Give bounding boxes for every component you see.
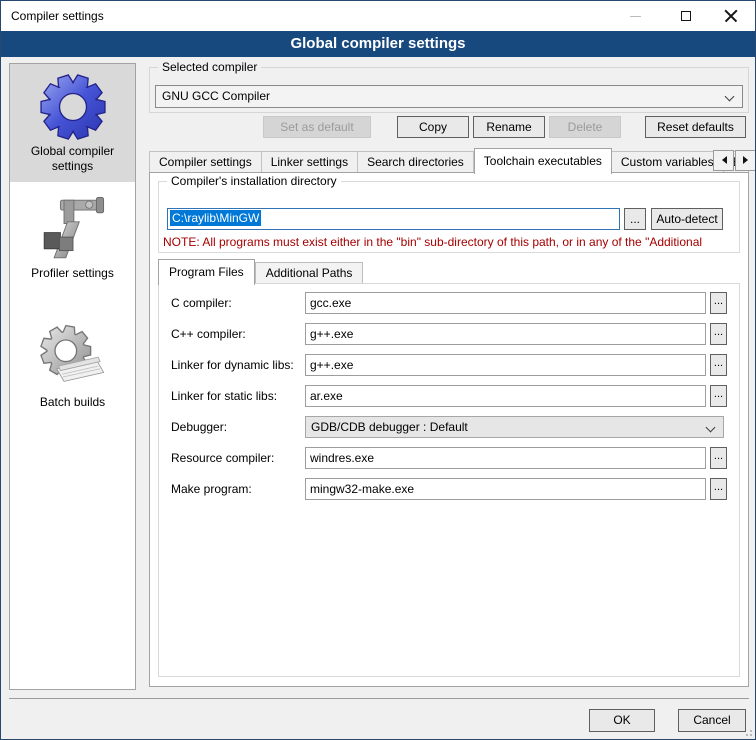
browse-directory-button[interactable]: ... <box>624 208 646 230</box>
titlebar[interactable]: Compiler settings <box>1 1 755 31</box>
selected-path-text: C:\raylib\MinGW <box>170 210 261 226</box>
c-compiler-browse-button[interactable]: ... <box>710 292 727 314</box>
compiler-settings-dialog: Compiler settings Global compiler settin… <box>0 0 756 740</box>
linker-static-label: Linker for static libs: <box>171 389 277 403</box>
blue-gear-icon <box>12 70 133 144</box>
linker-dynamic-input[interactable] <box>305 354 706 376</box>
debugger-select[interactable]: GDB/CDB debugger : Default <box>305 416 724 438</box>
debugger-label: Debugger: <box>171 420 227 434</box>
set-as-default-button[interactable]: Set as default <box>263 116 371 138</box>
tab-scroll-right-button[interactable] <box>735 150 756 171</box>
cpp-compiler-browse-button[interactable]: ... <box>710 323 727 345</box>
rename-button[interactable]: Rename <box>473 116 545 138</box>
resource-compiler-label: Resource compiler: <box>171 451 274 465</box>
minimize-button[interactable] <box>613 1 658 31</box>
linker-static-browse-button[interactable]: ... <box>710 385 727 407</box>
field-row-debugger: Debugger: GDB/CDB debugger : Default <box>159 416 739 438</box>
maximize-button[interactable] <box>663 1 708 31</box>
close-button[interactable] <box>708 1 753 31</box>
selected-compiler-group: Selected compiler GNU GCC Compiler <box>149 67 749 113</box>
sidebar-item-global-compiler-settings[interactable]: Global compiler settings <box>10 64 135 182</box>
sidebar-item-label: Global compiler settings <box>12 144 133 174</box>
make-program-label: Make program: <box>171 482 252 496</box>
installation-directory-group: Compiler's installation directory C:\ray… <box>158 181 740 253</box>
footer-divider <box>9 698 749 699</box>
subtab-program-files[interactable]: Program Files <box>158 259 255 285</box>
chevron-down-icon <box>706 423 716 433</box>
toolchain-executables-panel: Compiler's installation directory C:\ray… <box>149 172 749 687</box>
installation-directory-input[interactable]: C:\raylib\MinGW <box>167 208 620 230</box>
page-title: Global compiler settings <box>1 31 755 57</box>
window-title: Compiler settings <box>11 9 104 23</box>
tab-search-directories[interactable]: Search directories <box>358 151 474 172</box>
sidebar-item-label: Batch builds <box>12 395 133 410</box>
field-row-make-program: Make program: ... <box>159 478 739 500</box>
sidebar-item-profiler-settings[interactable]: Profiler settings <box>10 186 135 289</box>
compiler-select[interactable]: GNU GCC Compiler <box>155 85 743 108</box>
auto-detect-button[interactable]: Auto-detect <box>651 208 723 230</box>
reset-defaults-button[interactable]: Reset defaults <box>645 116 746 138</box>
tab-linker-settings[interactable]: Linker settings <box>262 151 358 172</box>
arrow-right-icon <box>743 156 752 164</box>
field-row-linker-dynamic: Linker for dynamic libs: ... <box>159 354 739 376</box>
copy-button[interactable]: Copy <box>397 116 469 138</box>
debugger-select-value: GDB/CDB debugger : Default <box>311 420 468 434</box>
program-files-panel: C compiler: ... C++ compiler: ... Linker… <box>158 283 740 677</box>
maximize-icon <box>681 11 691 21</box>
compiler-select-value: GNU GCC Compiler <box>162 89 270 103</box>
group-legend: Compiler's installation directory <box>167 174 341 188</box>
settings-category-list: Global compiler settings <box>9 63 136 690</box>
cpp-compiler-input[interactable] <box>305 323 706 345</box>
field-row-c-compiler: C compiler: ... <box>159 292 739 314</box>
c-compiler-input[interactable] <box>305 292 706 314</box>
subtab-additional-paths[interactable]: Additional Paths <box>255 262 364 283</box>
delete-button[interactable]: Delete <box>549 116 621 138</box>
make-program-browse-button[interactable]: ... <box>710 478 727 500</box>
resource-compiler-browse-button[interactable]: ... <box>710 447 727 469</box>
field-row-resource-compiler: Resource compiler: ... <box>159 447 739 469</box>
tab-toolchain-executables[interactable]: Toolchain executables <box>474 148 612 174</box>
tab-custom-variables[interactable]: Custom variables <box>612 151 724 172</box>
minimize-icon <box>630 16 641 17</box>
linker-static-input[interactable] <box>305 385 706 407</box>
linker-dynamic-label: Linker for dynamic libs: <box>171 358 294 372</box>
caliper-icon <box>12 192 133 266</box>
close-icon <box>724 9 738 23</box>
arrow-left-icon <box>718 156 727 164</box>
field-row-cpp-compiler: C++ compiler: ... <box>159 323 739 345</box>
program-subtabs: Program Files Additional Paths <box>158 258 363 284</box>
cpp-compiler-label: C++ compiler: <box>171 327 246 341</box>
compiler-actions: Set as default Copy Rename Delete Reset … <box>149 116 749 138</box>
tab-compiler-settings[interactable]: Compiler settings <box>149 151 262 172</box>
sidebar-item-label: Profiler settings <box>12 266 133 281</box>
c-compiler-label: C compiler: <box>171 296 232 310</box>
bin-subdirectory-note: NOTE: All programs must exist either in … <box>163 235 739 249</box>
group-legend: Selected compiler <box>158 60 261 74</box>
cancel-button[interactable]: Cancel <box>678 709 746 732</box>
resource-compiler-input[interactable] <box>305 447 706 469</box>
make-program-input[interactable] <box>305 478 706 500</box>
sidebar-item-batch-builds[interactable]: Batch builds <box>10 315 135 418</box>
chevron-down-icon <box>725 92 735 102</box>
gear-stack-icon <box>12 321 133 395</box>
ok-button[interactable]: OK <box>589 709 655 732</box>
tab-scroll-left-button[interactable] <box>713 150 734 171</box>
linker-dynamic-browse-button[interactable]: ... <box>710 354 727 376</box>
field-row-linker-static: Linker for static libs: ... <box>159 385 739 407</box>
resize-grip[interactable] <box>744 728 752 736</box>
settings-tabs: Compiler settings Linker settings Search… <box>149 147 749 173</box>
